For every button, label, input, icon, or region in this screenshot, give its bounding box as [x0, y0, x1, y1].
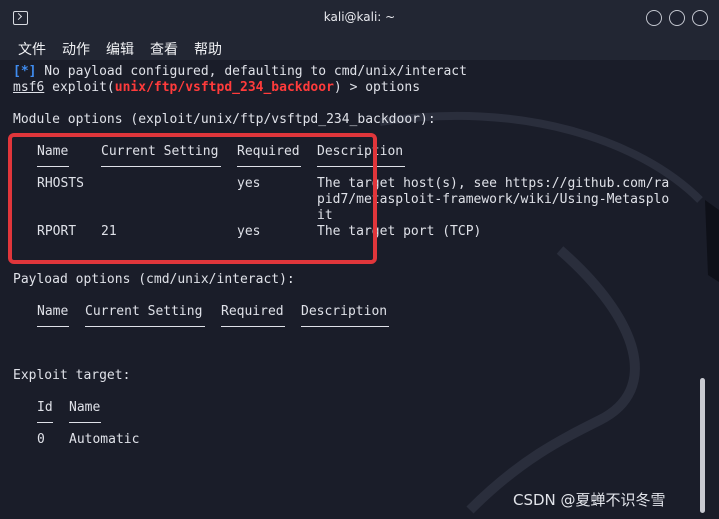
menu-actions[interactable]: 动作	[62, 39, 90, 59]
menu-help[interactable]: 帮助	[194, 39, 222, 59]
payload-header-rule	[85, 326, 205, 327]
payload-header-description: Description	[301, 304, 388, 319]
payload-header-rule	[37, 326, 69, 327]
payload-header-setting: Current Setting	[85, 304, 203, 319]
target-header-rule	[37, 422, 53, 423]
payload-options-heading: Payload options (cmd/unix/interact):	[13, 272, 295, 287]
prompt-mid: exploit(	[44, 80, 115, 95]
menu-bar: 文件 动作 编辑 查看 帮助	[0, 36, 719, 60]
title-bar: kali@kali: ~	[0, 0, 719, 36]
menu-file[interactable]: 文件	[18, 39, 46, 59]
target-row-id: 0	[37, 432, 45, 447]
prompt-prefix: msf6	[13, 80, 45, 95]
info-line: [*] No payload configured, defaulting to…	[13, 64, 467, 80]
info-tag: [*]	[13, 64, 37, 79]
target-row-name: Automatic	[69, 432, 140, 447]
payload-header-rule	[221, 326, 285, 327]
highlight-box	[8, 133, 377, 264]
menu-edit[interactable]: 编辑	[106, 39, 134, 59]
module-options-heading: Module options (exploit/unix/ftp/vsftpd_…	[13, 112, 436, 127]
payload-header-required: Required	[221, 304, 284, 319]
kali-dragon-watermark	[379, 111, 719, 514]
info-text: No payload configured, defaulting to cmd…	[36, 64, 467, 79]
target-header-rule	[69, 422, 101, 423]
minimize-button[interactable]	[646, 10, 662, 26]
target-header-name: Name	[69, 400, 101, 415]
target-header-id: Id	[37, 400, 53, 415]
payload-header-name: Name	[37, 304, 69, 319]
csdn-watermark: CSDN @夏蝉不识冬雪	[513, 491, 666, 509]
prompt-line: msf6 exploit(unix/ftp/vsftpd_234_backdoo…	[13, 80, 420, 96]
maximize-button[interactable]	[669, 10, 685, 26]
prompt-module: unix/ftp/vsftpd_234_backdoor	[114, 80, 334, 95]
exploit-target-heading: Exploit target:	[13, 368, 131, 383]
scrollbar[interactable]	[700, 378, 705, 513]
window-title: kali@kali: ~	[323, 10, 396, 24]
close-button[interactable]	[692, 10, 708, 26]
payload-header-rule	[301, 326, 389, 327]
prompt-command: ) > options	[333, 80, 421, 95]
terminal-window: kali@kali: ~ 文件 动作 编辑 查看 帮助 [*] No paylo…	[0, 0, 719, 519]
menu-view[interactable]: 查看	[150, 39, 178, 59]
